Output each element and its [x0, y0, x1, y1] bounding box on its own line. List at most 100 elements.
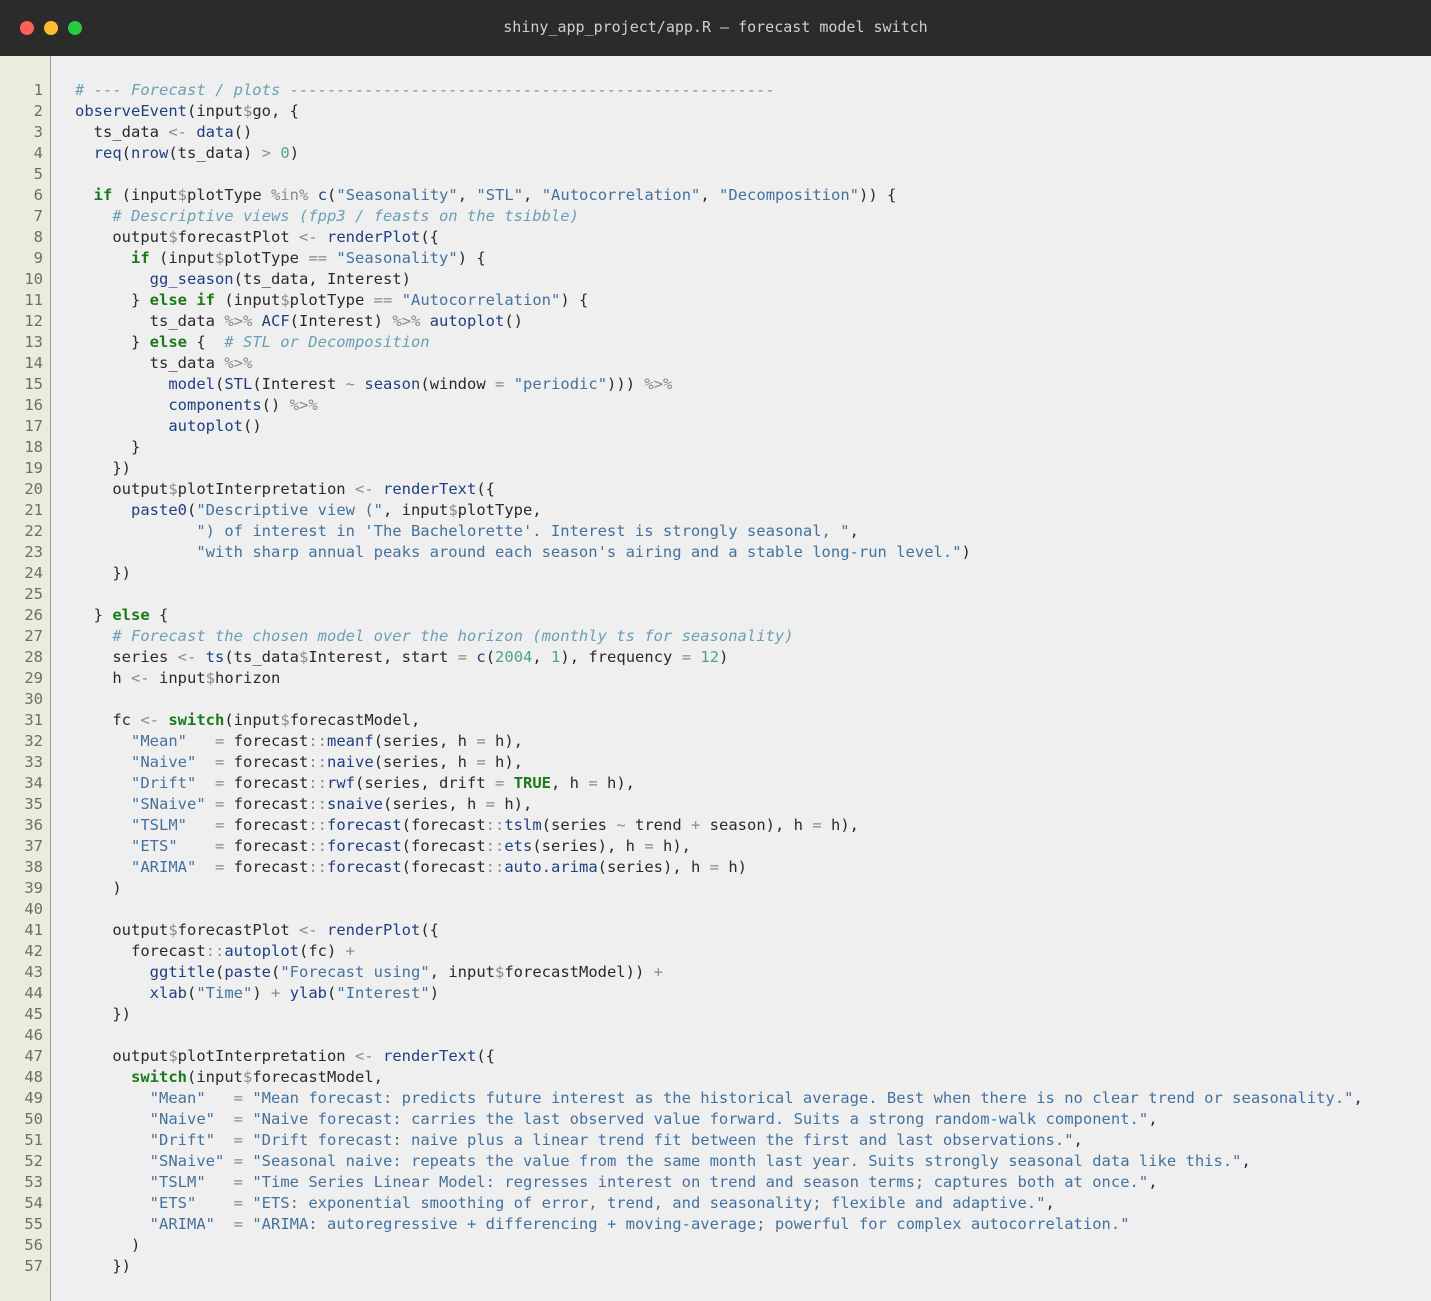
- operator-token: $: [243, 1068, 253, 1086]
- operator-token: =: [812, 816, 822, 834]
- function-token: data: [196, 123, 234, 141]
- text-token: plotType: [289, 291, 374, 309]
- text-token: ,: [1353, 1089, 1363, 1107]
- text-token: ,: [1241, 1152, 1251, 1170]
- line-text: fc <- switch(input$forecastModel,: [75, 710, 420, 731]
- text-token: Interest, start: [308, 648, 458, 666]
- operator-token: =: [709, 858, 719, 876]
- line-number: 5: [33, 165, 43, 183]
- text-token: (: [215, 375, 225, 393]
- line-number: 21: [24, 501, 43, 519]
- string-token: "Drift forecast: naive plus a linear tre…: [252, 1131, 1074, 1149]
- line-text: "ARIMA" = forecast::forecast(forecast::a…: [75, 857, 747, 878]
- text-token: fc: [75, 711, 141, 729]
- string-token: "Time": [196, 984, 253, 1002]
- text-token: (ts_data, Interest): [233, 270, 411, 288]
- function-token: renderPlot: [327, 921, 421, 939]
- text-token: (series, h: [373, 732, 477, 750]
- function-token: gg_season: [149, 270, 234, 288]
- operator-token: +: [691, 816, 701, 834]
- text-token: ts_data: [75, 312, 225, 330]
- text-token: }: [75, 438, 141, 456]
- line-number: 38: [24, 858, 43, 876]
- keyword-token: if: [93, 186, 113, 204]
- text-token: plotType,: [457, 501, 542, 519]
- string-token: "periodic": [513, 375, 608, 393]
- text-token: ,: [523, 186, 542, 204]
- function-token: ggtitle: [149, 963, 215, 981]
- text-token: (: [214, 963, 225, 981]
- line-number: 31: [24, 711, 43, 729]
- text-token: }): [75, 1257, 131, 1275]
- string-token: "Seasonality": [336, 249, 458, 267]
- text-token: ,: [1073, 1131, 1083, 1149]
- text-token: (: [121, 144, 132, 162]
- operator-token: %>%: [289, 396, 318, 414]
- text-token: h),: [653, 837, 691, 855]
- line-number: 2: [33, 102, 43, 120]
- line-text: }): [75, 1256, 131, 1277]
- text-token: output: [75, 1047, 169, 1065]
- operator-token: +: [653, 963, 663, 981]
- text-token: (ts_data: [224, 648, 299, 666]
- operator-token: =: [215, 732, 225, 750]
- operator-token: ::: [485, 858, 505, 876]
- code-editor[interactable]: 1 # --- Forecast / plots ----------------…: [0, 56, 1431, 1301]
- function-token: season: [364, 375, 421, 393]
- function-token: naive: [327, 753, 374, 771]
- text-token: (forecast: [401, 837, 486, 855]
- line-text: } else {: [75, 605, 169, 626]
- text-token: }: [75, 333, 150, 351]
- line-text: # --- Forecast / plots -----------------…: [75, 80, 775, 101]
- number-token: 1: [551, 648, 561, 666]
- text-token: ({: [420, 921, 440, 939]
- operator-token: +: [271, 984, 281, 1002]
- function-token: ts: [205, 648, 225, 666]
- text-token: ,: [1148, 1173, 1158, 1191]
- text-token: ,: [457, 186, 477, 204]
- text-token: h),: [495, 795, 533, 813]
- line-number: 56: [24, 1236, 43, 1254]
- line-text: "SNaive" = "Seasonal naive: repeats the …: [75, 1151, 1251, 1172]
- text-token: horizon: [215, 669, 281, 687]
- text-token: output: [75, 480, 169, 498]
- text-token: trend: [625, 816, 691, 834]
- line-text: }: [75, 437, 140, 458]
- text-token: {: [149, 606, 169, 624]
- string-token: "Time Series Linear Model: regresses int…: [252, 1173, 1149, 1191]
- text-token: ({: [420, 228, 440, 246]
- line-text: "TSLM" = "Time Series Linear Model: regr…: [75, 1172, 1158, 1193]
- line-text: output$forecastPlot <- renderPlot({: [75, 920, 439, 941]
- line-number: 32: [24, 732, 43, 750]
- keyword-token: if: [196, 291, 215, 309]
- string-token: "Mean forecast: predicts future interest…: [252, 1089, 1354, 1107]
- string-token: "Seasonality": [336, 186, 458, 204]
- string-token: "ETS: exponential smoothing of error, tr…: [252, 1194, 1046, 1212]
- operator-token: $: [242, 102, 253, 120]
- text-token: forecastPlot: [177, 228, 299, 246]
- text-token: (input: [215, 291, 281, 309]
- number-token: 2004: [495, 648, 533, 666]
- line-number: 52: [24, 1152, 43, 1170]
- text-token: (series), h: [597, 858, 710, 876]
- line-number: 11: [24, 291, 43, 309]
- line-number: 23: [24, 543, 43, 561]
- line-text: }): [75, 1004, 131, 1025]
- string-token: "ETS": [149, 1194, 197, 1212]
- string-token: "Drift": [131, 774, 197, 792]
- operator-token: =: [681, 648, 692, 666]
